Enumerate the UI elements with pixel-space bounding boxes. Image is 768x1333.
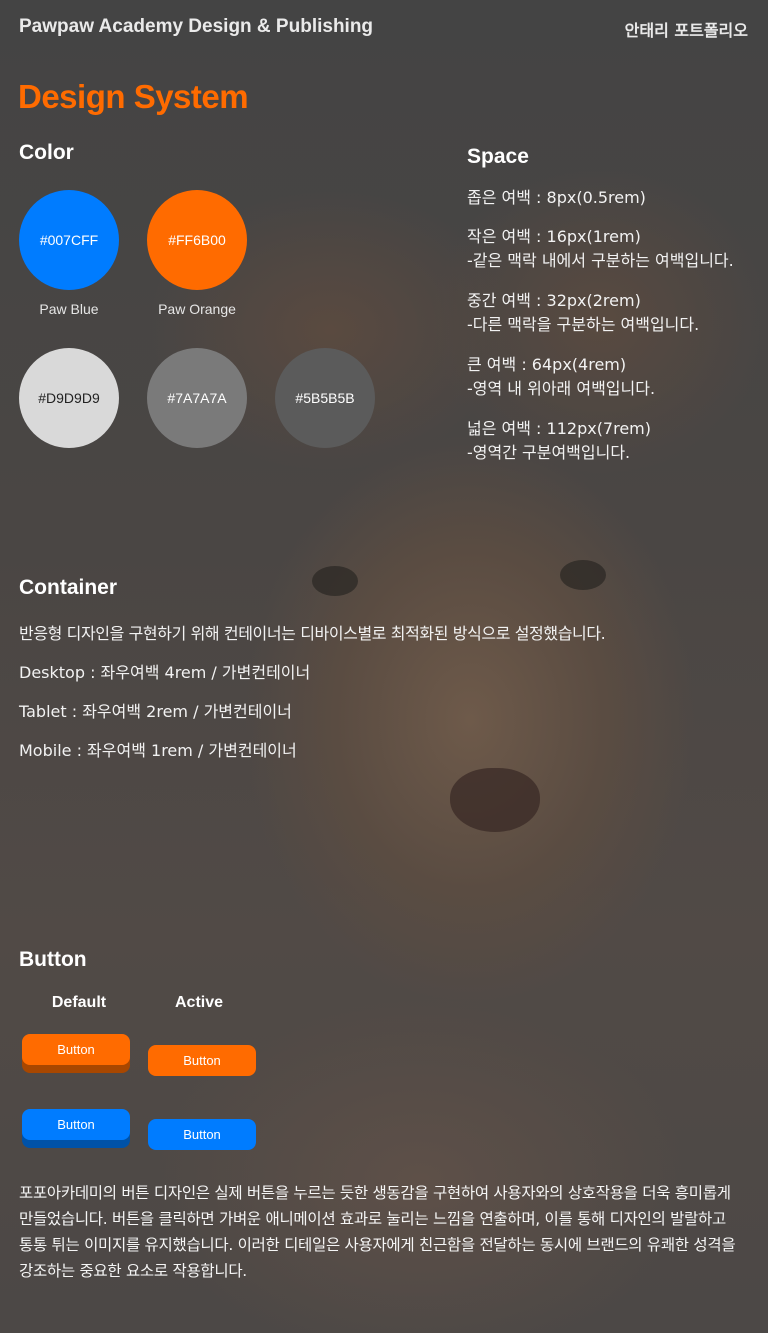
swatch-hex: #7A7A7A: [167, 390, 227, 406]
space-item-value: 작은 여백 : 16px(1rem): [467, 227, 641, 246]
space-item-value: 좁은 여백 : 8px(0.5rem): [467, 188, 646, 207]
portfolio-link[interactable]: 안태리 포트폴리오: [625, 17, 748, 41]
space-item-value: 큰 여백 : 64px(4rem): [467, 355, 627, 374]
space-item-small: 작은 여백 : 16px(1rem) -같은 맥락 내에서 구분하는 여백입니다…: [467, 225, 734, 273]
space-section-title: Space: [467, 145, 529, 168]
color-swatch-paw-orange: #FF6B00: [147, 190, 247, 290]
blue-button-default[interactable]: Button: [22, 1109, 130, 1140]
space-item-desc: -다른 맥락을 구분하는 여백입니다.: [467, 315, 700, 334]
space-item-desc: -영역간 구분여백입니다.: [467, 443, 631, 462]
swatch-name-paw-blue: Paw Blue: [39, 301, 99, 317]
space-item-wide: 넓은 여백 : 112px(7rem) -영역간 구분여백입니다.: [467, 417, 651, 465]
swatch-hex: #007CFF: [39, 232, 99, 248]
container-desktop: Desktop : 좌우여백 4rem / 가변컨테이너: [19, 663, 311, 682]
color-section-title: Color: [19, 141, 74, 164]
orange-button-default[interactable]: Button: [22, 1034, 130, 1065]
button-section-title: Button: [19, 948, 87, 971]
color-swatch-light-gray: #D9D9D9: [19, 348, 119, 448]
color-swatch-paw-blue: #007CFF: [19, 190, 119, 290]
default-column-label: Default: [51, 994, 107, 1011]
blue-button-active[interactable]: Button: [148, 1119, 256, 1150]
swatch-hex: #5B5B5B: [295, 390, 355, 406]
space-item-desc: -영역 내 위아래 여백입니다.: [467, 379, 656, 398]
space-item-value: 중간 여백 : 32px(2rem): [467, 291, 641, 310]
container-description: 반응형 디자인을 구현하기 위해 컨테이너는 디바이스별로 최적화된 방식으로 …: [19, 624, 606, 643]
space-item-large: 큰 여백 : 64px(4rem) -영역 내 위아래 여백입니다.: [467, 353, 655, 401]
space-item-value: 넓은 여백 : 112px(7rem): [467, 419, 652, 438]
design-system-page: Pawpaw Academy Design & Publishing 안태리 포…: [0, 0, 768, 1333]
space-item-narrow: 좁은 여백 : 8px(0.5rem): [467, 186, 646, 210]
container-tablet: Tablet : 좌우여백 2rem / 가변컨테이너: [19, 702, 292, 721]
swatch-name-paw-orange: Paw Orange: [158, 301, 236, 317]
container-mobile: Mobile : 좌우여백 1rem / 가변컨테이너: [19, 741, 297, 760]
color-swatch-mid-gray: #7A7A7A: [147, 348, 247, 448]
container-section-title: Container: [19, 576, 118, 599]
active-column-label: Active: [174, 994, 224, 1011]
site-title[interactable]: Pawpaw Academy Design & Publishing: [19, 16, 373, 38]
space-item-desc: -같은 맥락 내에서 구분하는 여백입니다.: [467, 251, 734, 270]
swatch-hex: #D9D9D9: [38, 390, 100, 406]
orange-button-active[interactable]: Button: [148, 1045, 256, 1076]
space-item-medium: 중간 여백 : 32px(2rem) -다른 맥락을 구분하는 여백입니다.: [467, 289, 699, 337]
page-title: Design System: [18, 78, 249, 115]
color-swatch-dark-gray: #5B5B5B: [275, 348, 375, 448]
button-description: 포포아카데미의 버튼 디자인은 실제 버튼을 누르는 듯한 생동감을 구현하여 …: [19, 1184, 736, 1280]
swatch-hex: #FF6B00: [168, 232, 226, 248]
